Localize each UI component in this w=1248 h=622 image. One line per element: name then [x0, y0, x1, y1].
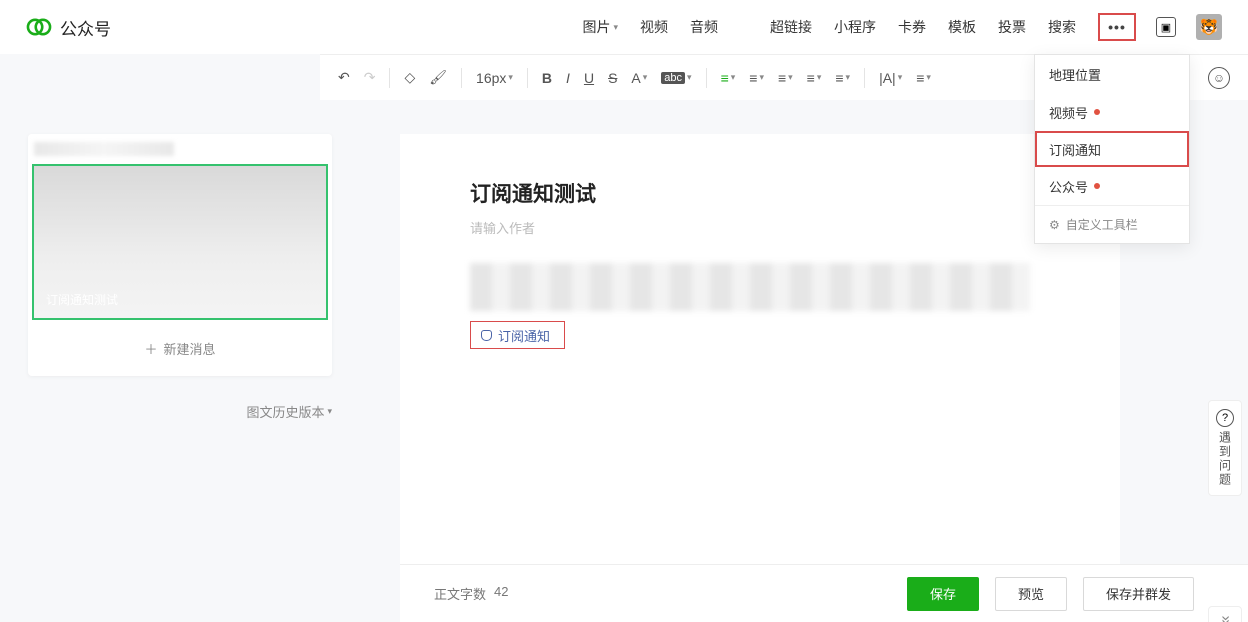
article-editor[interactable]: 订阅通知测试 请输入作者 订阅通知 [400, 134, 1120, 574]
article-list-sidebar: 订阅通知测试 ＋ 新建消息 图文历史版本▾ [0, 100, 320, 574]
undo-icon: ↶ [338, 69, 350, 86]
insert-more-dropdown: 地理位置 视频号 订阅通知 公众号 ⚙ 自定义工具栏 [1034, 54, 1190, 244]
plus-icon: ＋ [144, 339, 157, 358]
letter-space-icon: |A| [879, 70, 896, 86]
expand-panel-button[interactable]: » [1208, 606, 1242, 622]
save-publish-button[interactable]: 保存并群发 [1083, 577, 1194, 611]
align-justify-icon: ≡ [721, 70, 729, 86]
eraser-icon: ◇ [404, 69, 415, 86]
wechat-oa-logo-icon [26, 14, 52, 40]
line-spacing-button[interactable]: ≡▾ [807, 70, 822, 86]
help-text: 遇到问题 [1217, 431, 1234, 487]
thumb-title: 订阅通知测试 [46, 291, 118, 308]
indent-left-button[interactable]: ≡▾ [749, 70, 764, 86]
dd-location[interactable]: 地理位置 [1035, 55, 1189, 93]
italic-button[interactable]: I [566, 70, 570, 86]
redo-button[interactable]: ↷ [364, 69, 376, 86]
strike-button[interactable]: S [608, 70, 617, 86]
bg-color-button[interactable]: abc▾ [661, 72, 691, 84]
author-input[interactable]: 请输入作者 [470, 218, 1050, 237]
paragraph-spacing-button[interactable]: ≡▾ [916, 70, 931, 86]
question-icon: ? [1216, 409, 1234, 427]
logo[interactable]: 公众号 [26, 14, 111, 40]
insert-hyperlink[interactable]: 超链接 [770, 17, 812, 37]
insert-menu: 图片▾ 视频 音频 超链接 小程序 卡券 模板 投票 搜索 ••• [582, 13, 1136, 41]
word-count: 正文字数 42 [434, 584, 508, 603]
clear-format-button[interactable]: ◇ [404, 69, 415, 86]
phone-preview-icon[interactable]: ▣ [1156, 17, 1176, 37]
subscribe-notice-widget[interactable]: 订阅通知 [470, 321, 565, 349]
bell-icon [481, 330, 492, 341]
header-right: ▣ 🐯 [1156, 14, 1222, 40]
dd-subscribe-notice[interactable]: 订阅通知 [1035, 131, 1189, 167]
insert-coupon[interactable]: 卡券 [898, 17, 926, 37]
redo-icon: ↷ [364, 69, 376, 86]
editor-panel: 订阅通知测试 请输入作者 订阅通知 [400, 134, 1120, 574]
indent-right-icon: ≡ [778, 70, 786, 86]
bold-button[interactable]: B [542, 70, 552, 86]
emoji-button[interactable]: ☺ [1208, 67, 1230, 89]
history-versions-link[interactable]: 图文历史版本▾ [28, 402, 332, 421]
article-thumbnail[interactable]: 订阅通知测试 [32, 164, 328, 320]
save-button[interactable]: 保存 [907, 577, 979, 611]
gear-icon: ⚙ [1049, 218, 1060, 232]
article-title[interactable]: 订阅通知测试 [470, 178, 1050, 208]
new-badge-icon [1094, 183, 1100, 189]
list-icon: ≡ [835, 70, 843, 86]
format-painter-button[interactable]: 🖌 [429, 69, 447, 86]
insert-video[interactable]: 视频 [640, 17, 668, 37]
app-header: 公众号 图片▾ 视频 音频 超链接 小程序 卡券 模板 投票 搜索 ••• ▣ … [0, 0, 1248, 54]
blurred-account-name [34, 142, 174, 156]
insert-template[interactable]: 模板 [948, 17, 976, 37]
para-space-icon: ≡ [916, 70, 924, 86]
insert-vote[interactable]: 投票 [998, 17, 1026, 37]
dd-custom-toolbar[interactable]: ⚙ 自定义工具栏 [1035, 205, 1189, 243]
insert-more-button[interactable]: ••• [1098, 13, 1136, 41]
caret-down-icon: ▾ [327, 406, 332, 417]
brush-icon: 🖌 [429, 69, 447, 86]
insert-search[interactable]: 搜索 [1048, 17, 1076, 37]
editor-footer: 正文字数 42 保存 预览 保存并群发 [400, 564, 1248, 622]
insert-image[interactable]: 图片▾ [582, 17, 618, 37]
line-space-icon: ≡ [807, 70, 815, 86]
undo-button[interactable]: ↶ [338, 69, 350, 86]
underline-button[interactable]: U [584, 70, 594, 86]
article-card[interactable]: 订阅通知测试 ＋ 新建消息 [28, 134, 332, 376]
align-justify-button[interactable]: ≡▾ [721, 70, 736, 86]
app-name: 公众号 [60, 15, 111, 40]
caret-down-icon: ▾ [613, 22, 618, 33]
preview-button[interactable]: 预览 [995, 577, 1067, 611]
new-message-button[interactable]: ＋ 新建消息 [28, 320, 332, 376]
insert-miniprogram[interactable]: 小程序 [834, 17, 876, 37]
blurred-content [470, 263, 1030, 311]
help-float[interactable]: ? 遇到问题 [1208, 400, 1242, 496]
new-badge-icon [1094, 109, 1100, 115]
font-size-select[interactable]: 16px▾ [476, 70, 513, 86]
list-ul-button[interactable]: ≡▾ [835, 70, 850, 86]
smile-icon: ☺ [1213, 71, 1225, 85]
dd-official-account[interactable]: 公众号 [1035, 167, 1189, 205]
indent-left-icon: ≡ [749, 70, 757, 86]
letter-spacing-button[interactable]: |A|▾ [879, 70, 902, 86]
card-header [28, 134, 332, 164]
insert-audio[interactable]: 音频 [690, 17, 718, 37]
chevrons-icon: » [1216, 616, 1234, 622]
font-color-button[interactable]: A▾ [631, 70, 647, 86]
dd-channels[interactable]: 视频号 [1035, 93, 1189, 131]
indent-right-button[interactable]: ≡▾ [778, 70, 793, 86]
account-avatar[interactable]: 🐯 [1196, 14, 1222, 40]
